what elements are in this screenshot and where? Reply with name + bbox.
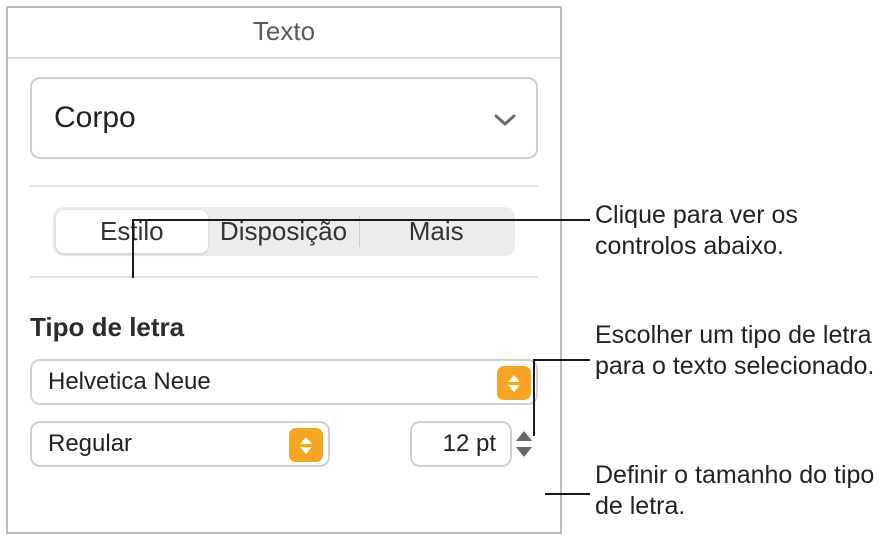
callout-size: Definir o tamanho do tipo de letra. [595,460,875,523]
callout-tabs: Clique para ver os controlos abaixo. [595,200,875,263]
callout-font: Escolher um tipo de letra para o texto s… [595,320,875,383]
callout-leaders [0,0,883,540]
